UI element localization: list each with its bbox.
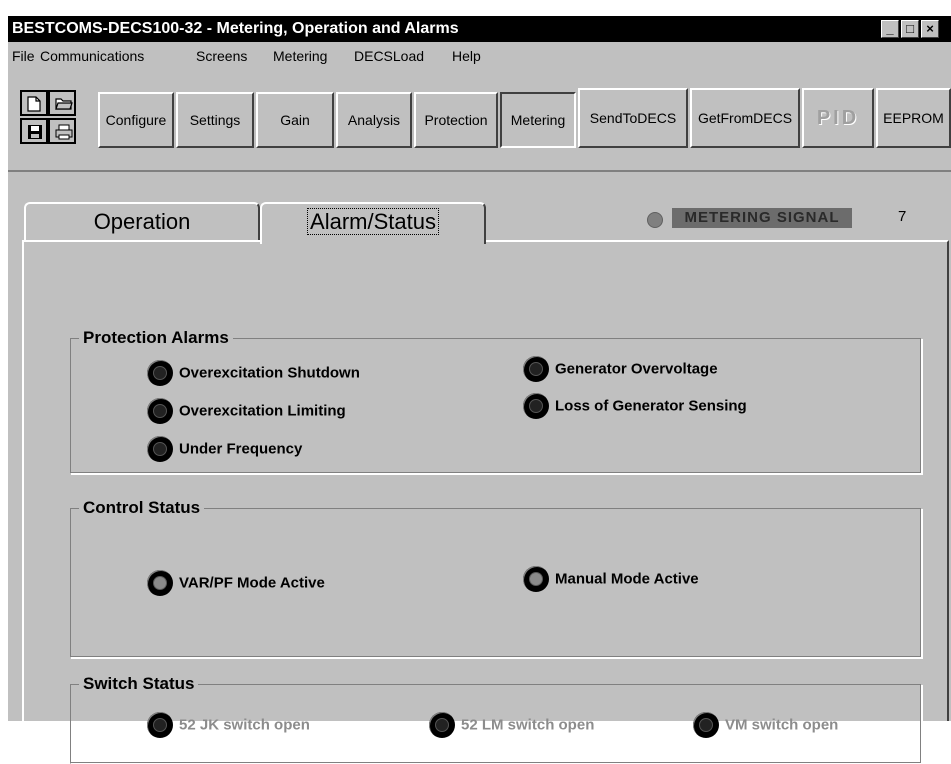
alarm-under-frequency: Under Frequency <box>147 436 302 462</box>
menu-communications[interactable]: Communications <box>40 48 144 64</box>
maximize-button[interactable]: □ <box>901 20 919 38</box>
alarm-lamp-icon <box>523 393 549 419</box>
switch-52jk-open: 52 JK switch open <box>147 712 310 738</box>
metering-signal-indicator: METERING SIGNAL <box>672 208 852 228</box>
status-manual-mode: Manual Mode Active <box>523 566 699 592</box>
eeprom-button[interactable]: EEPROM <box>876 88 951 148</box>
configure-button[interactable]: Configure <box>98 92 174 148</box>
menu-bar: File Communications Screens Metering DEC… <box>8 42 951 68</box>
switch-label: 52 LM switch open <box>461 716 595 734</box>
alarm-label: Loss of Generator Sensing <box>555 397 747 415</box>
analysis-button[interactable]: Analysis <box>336 92 412 148</box>
tab-alarm-status[interactable]: Alarm/Status <box>260 202 486 244</box>
control-status-title: Control Status <box>83 498 201 517</box>
alarm-label: Generator Overvoltage <box>555 360 718 378</box>
minimize-button[interactable]: _ <box>881 20 899 38</box>
switch-52lm-open: 52 LM switch open <box>429 712 594 738</box>
switch-label: 52 JK switch open <box>179 716 310 734</box>
alarm-lamp-icon <box>147 398 173 424</box>
metering-signal-value: 7 <box>898 208 907 225</box>
close-button[interactable]: × <box>921 20 939 38</box>
status-lamp-icon <box>523 566 549 592</box>
title-bar[interactable]: BESTCOMS-DECS100-32 - Metering, Operatio… <box>8 16 951 42</box>
main-panel: Operation Alarm/Status METERING SIGNAL 7… <box>10 174 951 764</box>
tab-alarm-status-label: Alarm/Status <box>307 208 439 235</box>
send-to-decs-button[interactable]: SendToDECS <box>578 88 688 148</box>
status-label: VAR/PF Mode Active <box>179 574 325 592</box>
menu-screens[interactable]: Screens <box>196 48 247 64</box>
alarm-lamp-icon <box>147 436 173 462</box>
pid-button[interactable]: PID <box>802 88 874 148</box>
window-title: BESTCOMS-DECS100-32 - Metering, Operatio… <box>12 20 459 37</box>
switch-status-title: Switch Status <box>83 674 195 693</box>
gain-button[interactable]: Gain <box>256 92 334 148</box>
alarm-label: Under Frequency <box>179 440 303 458</box>
save-disk-icon[interactable] <box>20 118 48 144</box>
alarm-generator-overvoltage: Generator Overvoltage <box>523 356 718 382</box>
protection-alarms-group: Protection Alarms Overexcitation Shutdow… <box>70 328 922 474</box>
tab-page-alarm-status: Protection Alarms Overexcitation Shutdow… <box>22 240 949 764</box>
protection-alarms-title: Protection Alarms <box>83 328 229 347</box>
alarm-lamp-icon <box>147 360 173 386</box>
alarm-loss-of-generator-sensing: Loss of Generator Sensing <box>523 393 747 419</box>
switch-status-group: Switch Status 52 JK switch open 52 LM sw… <box>70 674 922 764</box>
app-window: BESTCOMS-DECS100-32 - Metering, Operatio… <box>8 16 951 764</box>
switch-lamp-icon <box>429 712 455 738</box>
status-lamp-icon <box>147 570 173 596</box>
open-folder-icon[interactable] <box>48 90 76 116</box>
protection-button[interactable]: Protection <box>414 92 498 148</box>
toolbar: Configure Settings Gain Analysis Protect… <box>8 70 951 172</box>
menu-help[interactable]: Help <box>452 48 481 64</box>
alarm-overexcitation-limiting: Overexcitation Limiting <box>147 398 346 424</box>
menu-decsload[interactable]: DECSLoad <box>354 48 424 64</box>
status-var-pf-mode: VAR/PF Mode Active <box>147 570 325 596</box>
switch-label: VM switch open <box>725 716 839 734</box>
alarm-label: Overexcitation Limiting <box>179 402 346 420</box>
switch-lamp-icon <box>147 712 173 738</box>
tab-operation[interactable]: Operation <box>24 202 260 240</box>
menu-metering[interactable]: Metering <box>273 48 327 64</box>
menu-file[interactable]: File <box>12 48 35 64</box>
switch-vm-open: VM switch open <box>693 712 838 738</box>
alarm-overexcitation-shutdown: Overexcitation Shutdown <box>147 360 360 386</box>
switch-lamp-icon <box>693 712 719 738</box>
alarm-lamp-icon <box>523 356 549 382</box>
get-from-decs-button[interactable]: GetFromDECS <box>690 88 800 148</box>
new-file-icon[interactable] <box>20 90 48 116</box>
status-label: Manual Mode Active <box>555 570 699 588</box>
metering-button[interactable]: Metering <box>500 92 576 148</box>
settings-button[interactable]: Settings <box>176 92 254 148</box>
control-status-group: Control Status VAR/PF Mode Active Manual… <box>70 498 922 658</box>
metering-signal-led <box>647 212 663 228</box>
printer-icon[interactable] <box>48 118 76 144</box>
alarm-label: Overexcitation Shutdown <box>179 364 360 382</box>
